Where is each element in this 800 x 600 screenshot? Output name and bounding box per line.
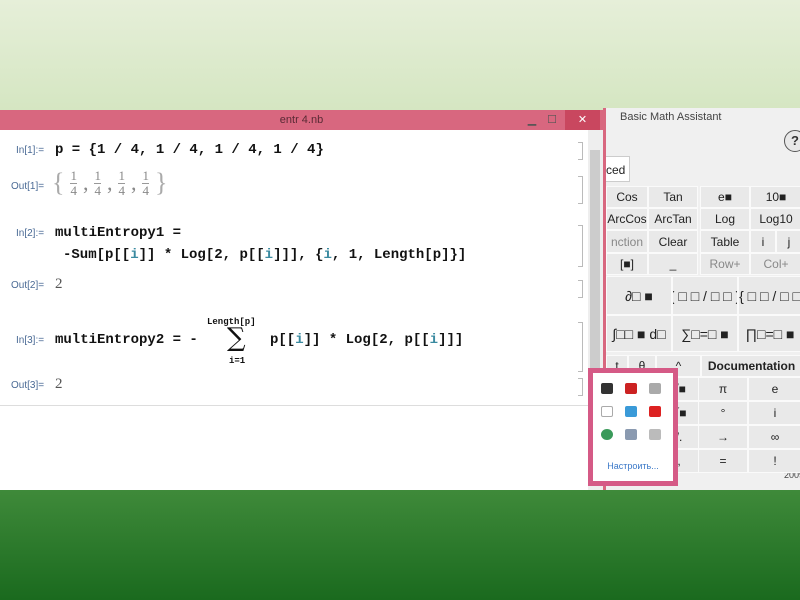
in-label: In[1]:= [16,145,45,156]
notebook-window: entr 4.nb ▁ ☐ ✕ In[1]:= p = {1 / 4, 1 / … [0,110,603,490]
tray-icon-blue[interactable] [625,406,637,417]
input-cell-3-summand[interactable]: p[[i]] * Log[2, p[[i]]] [270,332,463,348]
palette-button[interactable]: ∑□=□ ■ [672,315,738,352]
out-label: Out[2]= [11,280,45,291]
palette-button[interactable]: Row+ [700,253,750,275]
customize-link[interactable]: Настроить... [593,461,673,471]
palette-button[interactable]: ArcCos [606,208,648,230]
palette-button[interactable]: nction [606,230,648,253]
palette-button[interactable]: ° [698,401,748,425]
palette-button[interactable]: ∞ [748,425,800,449]
input-cell-1[interactable]: p = {1 / 4, 1 / 4, 1 / 4, 1 / 4} [55,142,324,158]
cell-bracket[interactable] [578,378,583,396]
palette-button[interactable]: e [748,377,800,401]
palette-button[interactable]: e■ [700,186,750,208]
palette-button[interactable]: i [748,401,800,425]
antivirus-icon[interactable] [649,406,661,417]
printer-icon[interactable] [649,383,661,394]
palette-button[interactable]: Col+ [750,253,800,275]
help-button[interactable]: ? [784,130,800,152]
title-bar: entr 4.nb [0,110,603,130]
input-cell-3-lhs[interactable]: multiEntropy2 = - [55,332,198,348]
palette-button[interactable]: { □ □ / □ □ [738,276,800,315]
in-label: In[2]:= [16,228,45,239]
palette-button[interactable]: Log10 [750,208,800,230]
palette-button[interactable]: j [776,230,800,253]
flag-icon[interactable] [601,406,613,417]
background-bottom [0,490,800,600]
background-top [0,0,800,110]
palette-button[interactable]: Clear [648,230,698,253]
window-title: entr 4.nb [279,114,324,126]
tray-icon-record[interactable] [625,383,637,394]
output-cell-3: 2 [55,376,63,392]
notebook-content[interactable]: In[1]:= p = {1 / 4, 1 / 4, 1 / 4, 1 / 4}… [0,130,588,490]
palette-title: Basic Math Assistant [620,111,722,123]
input-cell-2-line1[interactable]: multiEntropy1 = [55,225,181,241]
palette-button[interactable]: Cos [606,186,648,208]
out-label: Out[1]= [11,181,45,192]
minimize-button[interactable]: ▁ [522,110,542,130]
palette-button[interactable]: = [698,449,748,473]
scanner-icon[interactable] [625,429,637,440]
palette-button[interactable]: Documentation [701,355,800,377]
cell-bracket[interactable] [578,280,583,298]
palette-button[interactable]: _ [648,253,698,275]
palette-button[interactable]: π [698,377,748,401]
cell-bracket[interactable] [578,142,583,160]
palette-button[interactable]: → [698,425,748,449]
palette-button[interactable]: ∂□ ■ [606,276,672,315]
scrollbar-thumb[interactable] [590,150,600,390]
palette-button[interactable]: ( □ □ / □ □ ) [672,276,738,315]
maximize-button[interactable]: ☐ [542,110,562,130]
globe-icon[interactable] [601,429,613,440]
palette-button[interactable]: 10■ [750,186,800,208]
sum-lower-limit: i=1 [229,356,246,366]
cell-bracket[interactable] [578,225,583,267]
tray-overflow-popup: Настроить... [588,368,678,486]
out-label: Out[3]= [11,380,45,391]
palette-button[interactable]: [■] [606,253,648,275]
cell-insertion-line [0,405,588,406]
cell-bracket[interactable] [578,176,583,204]
tray-icon-app[interactable] [601,383,613,394]
palette-button[interactable]: ArcTan [648,208,698,230]
palette-button[interactable]: ! [748,449,800,473]
output-cell-2: 2 [55,276,63,292]
in-label: In[3]:= [16,335,45,346]
sum-symbol: ∑ [227,323,246,353]
input-cell-2-line2[interactable]: -Sum[p[[i]] * Log[2, p[[i]]], {i, 1, Len… [63,247,466,263]
palette-button[interactable]: Table [700,230,750,253]
tray-icon-tool[interactable] [649,429,661,440]
palette-button[interactable]: Log [700,208,750,230]
palette-button[interactable]: i [750,230,776,253]
tab-advanced[interactable]: ced [606,156,630,182]
close-button[interactable]: ✕ [565,110,600,130]
palette-button[interactable]: Tan [648,186,698,208]
cell-bracket[interactable] [578,322,583,372]
output-cell-1: { 14, 14, 14, 14 } [52,167,168,198]
palette-button[interactable]: ∏□=□ ■ [738,315,800,352]
palette-button[interactable]: ∫□□ ■ d□ [606,315,672,352]
